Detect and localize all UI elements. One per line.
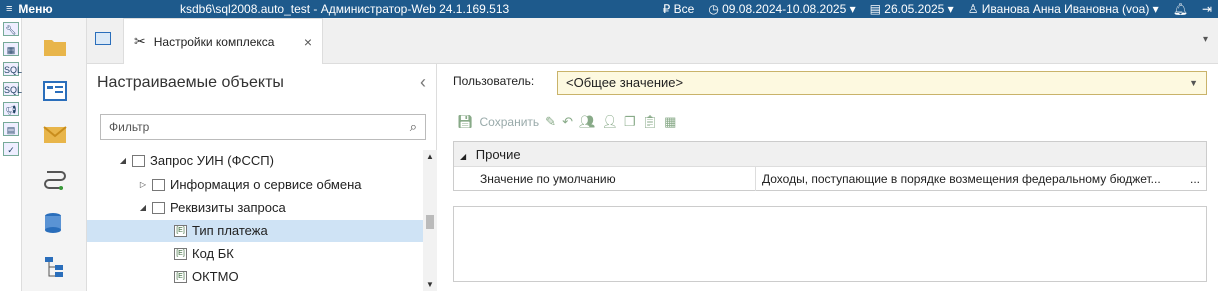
tabs-dropdown-icon[interactable]: ▾ <box>1203 34 1208 45</box>
tree-node[interactable]: ▷ Информация о сервисе обмена <box>137 174 423 196</box>
object-tree: ◢ Запрос УИН (ФССП) ▷ Информация о серви… <box>87 150 423 291</box>
tree-node-label: Информация о сервисе обмена <box>170 177 362 192</box>
scroll-down-icon[interactable]: ▼ <box>426 280 434 289</box>
period-value: 09.08.2024-10.08.2025 <box>722 2 847 16</box>
menu-icon: ≡ <box>6 3 13 15</box>
tab-label: Настройки комплекса <box>153 34 275 49</box>
date-selector[interactable]: ▤ 26.05.2025 ▾ <box>870 2 954 16</box>
folder-icon[interactable] <box>43 36 67 58</box>
user-label: Пользователь: <box>453 74 535 88</box>
currency-filter[interactable]: ₽ Все <box>663 2 695 16</box>
tools-icon: ✂ <box>134 33 146 49</box>
property-row[interactable]: Значение по умолчанию Доходы, поступающи… <box>454 167 1206 191</box>
expand-arrow-icon[interactable]: ◢ <box>137 197 149 219</box>
user-select[interactable]: <Общее значение> ▼ <box>557 71 1207 95</box>
window-title: ksdb6\sql2008.auto_test - Администратор-… <box>180 2 510 16</box>
save-button[interactable]: Сохранить <box>480 115 540 129</box>
exit-icon[interactable]: ⇥ <box>1202 2 1212 16</box>
menu-label: Меню <box>18 2 53 16</box>
expand-arrow-icon[interactable]: ◢ <box>460 152 466 161</box>
description-area <box>453 206 1207 282</box>
group-label: Прочие <box>475 147 521 162</box>
configurable-objects-panel: Настраиваемые объекты ‹ Фильтр ⌕ ◢ Запро… <box>87 64 437 291</box>
quick-tools-rail: 🔧︎ ▦ SQL SQL 📢︎ ▤ ✓ <box>0 18 22 291</box>
tree-node-label: Запрос УИН (ФССП) <box>150 153 274 168</box>
panel-title: Настраиваемые объекты <box>97 74 284 91</box>
folder-table-icon <box>152 179 165 191</box>
user-row: Пользователь: <box>453 74 557 88</box>
tree-node-label: Тип платежа <box>192 223 268 238</box>
tab-bar: ✂ Настройки комплекса × ▾ <box>87 18 1218 64</box>
menu-button[interactable]: ≡ Меню <box>0 2 140 16</box>
settings-toolbar: 💾︎ Сохранить ✎ ↶ 👥︎ 👤︎ ❐ 📋︎ ▦ <box>457 114 676 130</box>
users-icon[interactable]: 👥︎ <box>579 114 596 130</box>
tree-node-selected[interactable]: [E] Тип платежа <box>87 220 423 242</box>
hierarchy-icon[interactable] <box>43 256 67 278</box>
close-icon[interactable]: × <box>304 34 312 50</box>
spec-icon[interactable]: ▤ <box>3 122 19 136</box>
scroll-thumb[interactable] <box>426 215 434 229</box>
table-icon[interactable]: ▦ <box>3 42 19 56</box>
folder-table-icon <box>152 202 165 214</box>
tree-node-label: ОКТМО <box>192 269 239 284</box>
tree-node[interactable]: ◢ Реквизиты запроса <box>137 197 423 219</box>
undo-icon[interactable]: ↶ <box>562 114 573 130</box>
title-bar: ≡ Меню ksdb6\sql2008.auto_test - Админис… <box>0 0 1218 18</box>
database-icon[interactable] <box>43 212 67 234</box>
field-icon: [E] <box>174 225 187 237</box>
properties-grid: ◢ Прочие Значение по умолчанию Доходы, п… <box>453 141 1207 191</box>
tree-node[interactable]: [E] ОКТМО <box>171 266 423 288</box>
tree-node-label: Реквизиты запроса <box>170 200 286 215</box>
tree-node[interactable]: [E] Код БК <box>171 243 423 265</box>
eraser-icon[interactable]: ✎ <box>545 114 556 130</box>
checklist-icon[interactable]: ✓ <box>3 142 19 156</box>
routing-icon[interactable] <box>43 168 67 190</box>
user-icon[interactable]: 👤︎ <box>601 114 618 130</box>
notification-icon[interactable]: 🔔︎ <box>1173 2 1188 16</box>
paste-icon[interactable]: 📋︎ <box>642 114 659 130</box>
date-value: 26.05.2025 <box>884 2 945 16</box>
document-icon[interactable] <box>43 80 67 102</box>
user-menu[interactable]: ♙ Иванова Анна Ивановна (voa) ▾ <box>968 2 1159 16</box>
user-name: Иванова Анна Ивановна (voa) <box>981 2 1150 16</box>
search-icon[interactable]: ⌕ <box>410 115 417 139</box>
expand-arrow-icon[interactable]: ◢ <box>117 150 129 172</box>
filter-placeholder: Фильтр <box>109 120 150 134</box>
tree-node-label: Код БК <box>192 246 234 261</box>
mail-icon[interactable] <box>43 124 67 146</box>
megaphone-icon[interactable]: 📢︎ <box>3 102 19 116</box>
wrench-icon[interactable]: 🔧︎ <box>3 22 19 36</box>
table-settings-icon[interactable]: ▦ <box>664 114 676 130</box>
tree-scrollbar[interactable]: ▲ ▼ <box>423 150 437 291</box>
tab-complex-settings[interactable]: ✂ Настройки комплекса × <box>123 18 323 64</box>
home-tab-icon[interactable] <box>95 32 111 45</box>
sql-icon[interactable]: SQL <box>3 62 22 76</box>
dropdown-arrow-icon[interactable]: ▼ <box>1189 72 1198 94</box>
scroll-up-icon[interactable]: ▲ <box>426 152 434 161</box>
property-value[interactable]: Доходы, поступающие в порядке возмещения… <box>756 167 1190 191</box>
tree-node[interactable]: ◢ Запрос УИН (ФССП) <box>117 150 423 172</box>
save-icon[interactable]: 💾︎ <box>457 114 474 130</box>
group-row[interactable]: ◢ Прочие <box>454 142 1206 167</box>
period-selector[interactable]: ◷ 09.08.2024-10.08.2025 ▾ <box>708 2 855 16</box>
ellipsis-button[interactable]: ... <box>1190 167 1206 191</box>
filter-input[interactable]: Фильтр ⌕ <box>100 114 426 140</box>
copy-icon[interactable]: ❐ <box>624 114 636 130</box>
module-nav <box>22 18 87 291</box>
property-name: Значение по умолчанию <box>454 167 756 191</box>
collapsed-arrow-icon[interactable]: ▷ <box>137 174 149 196</box>
settings-panel: Пользователь: <Общее значение> ▼ 💾︎ Сохр… <box>437 64 1218 291</box>
collapse-panel-icon[interactable]: ‹ <box>420 72 426 93</box>
field-icon: [E] <box>174 248 187 260</box>
user-select-value: <Общее значение> <box>566 75 684 90</box>
sql-icon[interactable]: SQL <box>3 82 22 96</box>
document-icon <box>132 155 145 167</box>
field-icon: [E] <box>174 271 187 283</box>
